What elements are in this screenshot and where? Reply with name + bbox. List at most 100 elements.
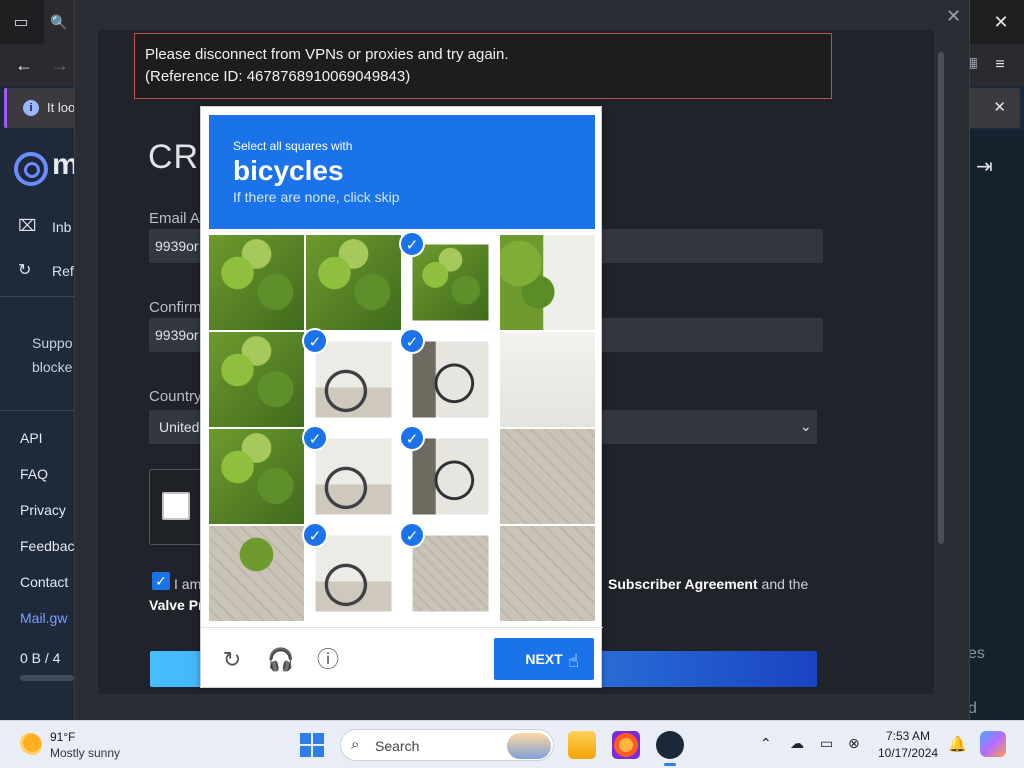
challenge-tile[interactable]: [500, 526, 595, 621]
sidebar-divider: [0, 296, 74, 297]
mail-sidebar: m ⌧ Inb ↻ Ref Suppo blocke API FAQ Priva…: [0, 130, 79, 720]
weather-sun-icon[interactable]: [18, 733, 42, 757]
support-text-line1: Suppo: [32, 335, 73, 351]
challenge-tile[interactable]: [500, 332, 595, 427]
challenge-tile-image: [209, 332, 304, 427]
challenge-tile-image: [209, 526, 304, 621]
challenge-tile[interactable]: [500, 429, 595, 524]
challenge-tile[interactable]: [306, 235, 401, 330]
mail-right-column: [970, 130, 1024, 720]
challenge-tile-image: [315, 341, 392, 418]
support-text-line2: blocke: [32, 359, 73, 375]
modal-close-icon[interactable]: ✕: [946, 6, 961, 27]
tab-actions-icon[interactable]: ▭: [0, 0, 42, 44]
search-icon: ⌕: [351, 736, 360, 753]
search-placeholder: Search: [375, 738, 420, 754]
info-bar-close-button[interactable]: ✕: [993, 98, 1006, 116]
info-bar-text: It loo: [47, 100, 76, 115]
chevron-up-icon[interactable]: ⌃: [760, 735, 772, 752]
notification-bell-icon[interactable]: 🔔: [948, 735, 967, 753]
challenge-tile[interactable]: [209, 332, 304, 427]
checkmark-icon: ✓: [302, 328, 328, 354]
info-circle-icon[interactable]: ⓘ: [315, 647, 341, 673]
mailgw-logo-icon: [14, 152, 48, 186]
agree-checkbox[interactable]: ✓: [152, 572, 170, 590]
right-column-text: es: [968, 645, 985, 662]
footer-link-feedback[interactable]: Feedbac: [20, 538, 74, 554]
challenge-image-grid: ✓ ✓ ✓ ✓ ✓ ✓ ✓: [209, 231, 595, 621]
sidebar-item-refresh[interactable]: Ref: [52, 263, 74, 279]
challenge-tile[interactable]: [209, 526, 304, 621]
error-text-line1: Please disconnect from VPNs or proxies a…: [145, 46, 509, 63]
challenge-tile-image: [209, 235, 304, 330]
headphones-icon[interactable]: 🎧: [267, 647, 294, 673]
checkmark-icon: ✓: [399, 231, 425, 257]
display-icon[interactable]: ▭: [820, 735, 833, 752]
challenge-tile-image: [500, 332, 595, 427]
country-label: Country: [149, 388, 202, 405]
challenge-tile[interactable]: [500, 235, 595, 330]
challenge-tile[interactable]: [209, 429, 304, 524]
inbox-icon: ⌧: [18, 218, 37, 235]
challenge-tile-image: [412, 438, 489, 515]
taskbar: 91°F Mostly sunny ⌕ Search ⌃ ☁ ▭ ⊗ 7:53 …: [0, 720, 1024, 768]
challenge-tile-image: [315, 535, 392, 612]
footer-link-privacy[interactable]: Privacy: [20, 502, 66, 518]
window-close-button[interactable]: ✕: [978, 0, 1024, 44]
chevron-down-icon: ⌄: [800, 418, 812, 434]
storage-usage-text: 0 B / 4: [20, 650, 61, 666]
challenge-tile-image: [500, 526, 595, 621]
clock-time[interactable]: 7:53 AM: [886, 729, 930, 743]
recaptcha-challenge: Select all squares with bicycles If ther…: [200, 106, 603, 688]
footer-link-domain[interactable]: Mail.gw: [20, 610, 67, 626]
onedrive-icon[interactable]: ☁: [790, 735, 804, 752]
forward-button[interactable]: →: [46, 53, 74, 77]
browser-menu-button[interactable]: ≡: [986, 53, 1014, 77]
challenge-tile-image: [412, 341, 489, 418]
search-highlight-image: [507, 733, 551, 759]
footer-link-contact[interactable]: Contact: [20, 574, 68, 590]
footer-link-faq[interactable]: FAQ: [20, 466, 48, 482]
checkmark-icon: ✓: [302, 522, 328, 548]
confirm-email-label: Confirm: [149, 299, 202, 316]
clock-date[interactable]: 10/17/2024: [878, 746, 938, 760]
network-icon[interactable]: ⊗: [848, 735, 860, 752]
steam-icon[interactable]: [656, 731, 684, 766]
sidebar-item-inbox[interactable]: Inb: [52, 219, 71, 235]
subscriber-agreement-link[interactable]: Subscriber Agreement: [608, 576, 758, 592]
challenge-tile-image: [500, 235, 595, 330]
challenge-tile-image: [500, 429, 595, 524]
challenge-instruction: Select all squares with: [233, 139, 353, 153]
windows-start-icon[interactable]: [300, 733, 324, 757]
firefox-icon[interactable]: [612, 731, 640, 759]
footer-link-api[interactable]: API: [20, 430, 43, 446]
modal-scrollbar[interactable]: [938, 52, 944, 544]
info-icon: i: [23, 100, 39, 116]
active-tab-search-icon[interactable]: 🔍: [44, 0, 74, 44]
agree-and-text: and the: [757, 576, 809, 592]
challenge-tile-image: [209, 429, 304, 524]
agree-text-suffix: Subscriber Agreement and the: [608, 576, 808, 592]
challenge-header: Select all squares with bicycles If ther…: [209, 115, 595, 229]
email-label: Email Ac: [149, 210, 208, 227]
back-button[interactable]: ←: [10, 53, 38, 77]
file-explorer-icon[interactable]: [568, 731, 596, 759]
logout-icon[interactable]: ⇥: [976, 154, 993, 179]
weather-condition[interactable]: Mostly sunny: [50, 746, 120, 760]
challenge-tile-image: [412, 535, 489, 612]
refresh-icon: ↻: [18, 262, 32, 279]
valve-privacy-link[interactable]: Valve Pr: [149, 597, 204, 613]
checkmark-icon: ✓: [302, 425, 328, 451]
weather-temperature[interactable]: 91°F: [50, 730, 75, 744]
challenge-tile-image: [306, 235, 401, 330]
reload-icon[interactable]: ↻: [219, 647, 245, 673]
challenge-tile[interactable]: [209, 235, 304, 330]
challenge-hint: If there are none, click skip: [233, 189, 400, 205]
taskbar-search[interactable]: ⌕ Search: [340, 729, 554, 761]
checkmark-icon: ✓: [399, 425, 425, 451]
vpn-error-message: Please disconnect from VPNs or proxies a…: [134, 33, 832, 99]
checkmark-icon: ✓: [399, 328, 425, 354]
copilot-icon[interactable]: [980, 731, 1006, 757]
recaptcha-checkbox[interactable]: [162, 492, 190, 520]
hand-cursor-icon: ☝: [568, 651, 579, 671]
